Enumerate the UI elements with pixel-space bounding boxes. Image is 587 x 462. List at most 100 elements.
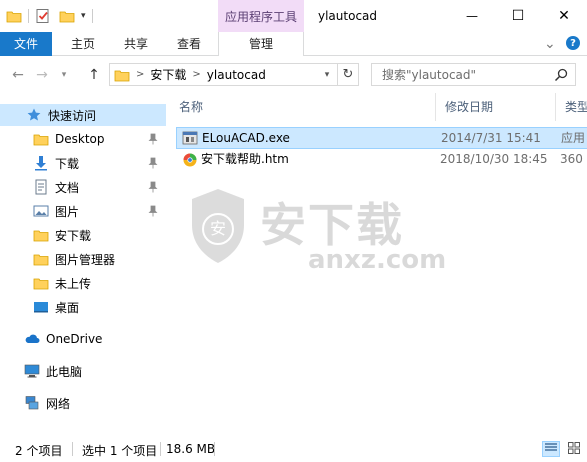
close-icon: ✕ — [558, 8, 570, 24]
navigation-pane: 快速访问 Desktop 下载 文档 图片 安下载 图片管理器 未上传 桌面 O… — [0, 93, 168, 435]
breadcrumb-item[interactable]: 安下载 — [150, 66, 186, 83]
breadcrumb-separator[interactable]: > — [192, 69, 200, 80]
file-type: 应用 — [561, 131, 586, 145]
document-icon — [33, 179, 49, 195]
breadcrumb-item[interactable]: ylautocad — [207, 68, 266, 82]
status-item-count: 2 个项目 — [15, 444, 63, 458]
file-row[interactable]: 安下载帮助.htm 2018/10/30 18:45 360 — [176, 149, 587, 171]
status-divider — [72, 442, 73, 456]
pin-icon[interactable] — [148, 133, 158, 145]
folder-icon — [33, 275, 49, 291]
nav-item-label: 未上传 — [55, 276, 92, 291]
nav-item-not-uploaded[interactable]: 未上传 — [0, 272, 166, 294]
ribbon-tabs: 文件 主页 共享 查看 管理 ⌄ ? — [0, 32, 587, 56]
pin-icon[interactable] — [148, 181, 158, 193]
quick-access-toolbar: ▾ — [6, 6, 93, 26]
tab-manage[interactable]: 管理 — [218, 32, 304, 56]
folder-icon — [6, 8, 22, 24]
nav-item-label: 此电脑 — [46, 364, 83, 379]
tab-view[interactable]: 查看 — [164, 32, 214, 56]
nav-item-downloads[interactable]: 下载 — [0, 152, 166, 174]
refresh-icon: ↻ — [342, 67, 354, 82]
exe-icon — [182, 130, 198, 146]
new-folder-icon[interactable] — [59, 8, 75, 24]
maximize-icon: ☐ — [511, 8, 525, 24]
pin-icon[interactable] — [148, 157, 158, 169]
nav-item-label: 文档 — [55, 180, 80, 195]
chevron-down-icon: ⌄ — [544, 36, 556, 52]
search-placeholder: 搜索"ylautocad" — [382, 68, 477, 82]
help-button[interactable]: ? — [566, 36, 580, 50]
star-icon — [26, 107, 42, 123]
status-divider — [160, 442, 161, 456]
nav-item-picture-manager[interactable]: 图片管理器 — [0, 248, 166, 270]
search-icon — [553, 67, 569, 83]
maximize-button[interactable]: ☐ — [495, 0, 541, 32]
large-icons-view-icon — [568, 441, 580, 457]
recent-locations-button[interactable]: ▾ — [54, 65, 74, 85]
window-title: ylautocad — [318, 9, 378, 23]
nav-item-label: 图片管理器 — [55, 252, 116, 267]
status-divider — [214, 442, 215, 456]
close-button[interactable]: ✕ — [541, 0, 587, 32]
nav-item-label: 安下载 — [55, 228, 92, 243]
properties-icon[interactable] — [35, 8, 51, 24]
details-view-icon — [545, 442, 557, 456]
file-type: 360 — [560, 152, 583, 166]
title-bar: ▾ 应用程序工具 ylautocad — ☐ ✕ — [0, 0, 587, 32]
tab-home[interactable]: 主页 — [58, 32, 108, 56]
breadcrumb-separator[interactable]: > — [136, 69, 144, 80]
watermark: 安 安下载 anxz.com — [184, 187, 474, 282]
chevron-down-icon: ▾ — [61, 70, 67, 80]
status-selected: 选中 1 个项目 — [82, 444, 158, 458]
folder-icon — [114, 67, 130, 83]
refresh-button[interactable]: ↻ — [337, 64, 358, 85]
file-name: ELouACAD.exe — [202, 131, 290, 145]
file-row[interactable]: ELouACAD.exe 2014/7/31 15:41 应用 — [176, 127, 587, 149]
status-bar: 2 个项目 选中 1 个项目 18.6 MB — [0, 436, 587, 462]
application-tools-header: 应用程序工具 — [218, 0, 304, 32]
up-button[interactable]: ↑ — [84, 65, 104, 85]
file-modified: 2014/7/31 15:41 — [441, 131, 541, 145]
nav-item-this-pc[interactable]: 此电脑 — [0, 360, 166, 382]
folder-icon — [33, 131, 49, 147]
watermark-badge: 安 — [202, 213, 234, 245]
pin-icon[interactable] — [148, 205, 158, 217]
column-header-modified[interactable]: 修改日期 — [436, 93, 556, 121]
file-list: 名称 修改日期 类型 ELouACAD.exe 2014/7/31 15:41 … — [170, 93, 587, 435]
customize-toolbar-icon[interactable]: ▾ — [81, 11, 86, 21]
nav-item-label: 网络 — [46, 396, 71, 411]
nav-item-label: OneDrive — [46, 332, 103, 346]
address-bar[interactable]: > 安下载 > ylautocad ▾ ↻ — [109, 63, 359, 86]
download-icon — [33, 155, 49, 171]
back-button[interactable]: ← — [8, 65, 28, 85]
network-icon — [24, 395, 40, 411]
nav-item-documents[interactable]: 文档 — [0, 176, 166, 198]
tab-file[interactable]: 文件 — [0, 32, 52, 56]
chevron-down-icon: ▾ — [324, 69, 330, 80]
forward-button[interactable]: → — [32, 65, 52, 85]
details-view-button[interactable] — [542, 441, 560, 457]
html-file-icon — [182, 152, 198, 168]
search-input[interactable]: 搜索"ylautocad" — [371, 63, 576, 86]
arrow-right-icon: → — [36, 67, 48, 83]
folder-icon — [33, 251, 49, 267]
nav-item-quick-access[interactable]: 快速访问 — [0, 104, 166, 126]
large-icons-view-button[interactable] — [566, 441, 582, 457]
minimize-button[interactable]: — — [449, 0, 495, 32]
nav-item-desktop-cn[interactable]: 桌面 — [0, 296, 166, 318]
column-header-type[interactable]: 类型 — [556, 93, 587, 121]
address-dropdown-button[interactable]: ▾ — [318, 64, 336, 85]
nav-item-label: 桌面 — [55, 300, 80, 315]
nav-item-anxz[interactable]: 安下载 — [0, 224, 166, 246]
nav-item-desktop[interactable]: Desktop — [0, 128, 166, 150]
desktop-icon — [33, 299, 49, 315]
nav-item-network[interactable]: 网络 — [0, 392, 166, 414]
nav-item-label: 图片 — [55, 204, 80, 219]
ribbon-collapse-button[interactable]: ⌄ — [544, 36, 556, 52]
column-header-name[interactable]: 名称 — [170, 93, 436, 121]
nav-item-onedrive[interactable]: OneDrive — [0, 328, 166, 350]
tab-share[interactable]: 共享 — [111, 32, 161, 56]
nav-item-pictures[interactable]: 图片 — [0, 200, 166, 222]
arrow-up-icon: ↑ — [88, 67, 100, 83]
